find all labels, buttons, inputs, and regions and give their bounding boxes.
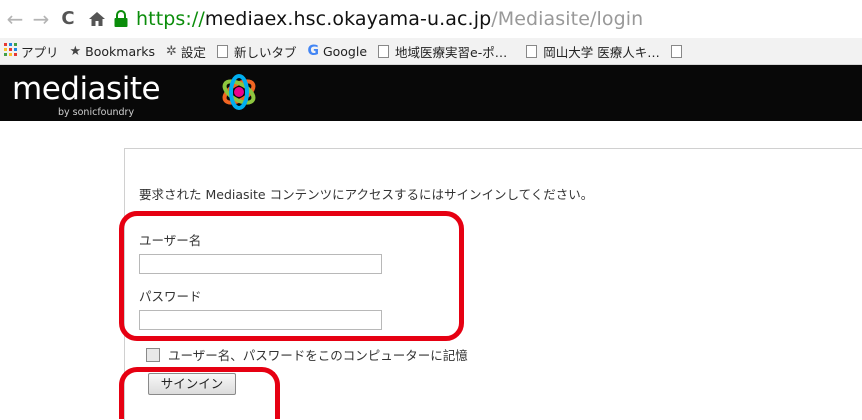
url-text: https://mediaex.hsc.okayama-u.ac.jp/Medi… xyxy=(136,8,643,30)
bookmark-label: アプリ xyxy=(21,44,59,60)
bookmark-google[interactable]: G Google xyxy=(307,44,367,59)
bookmark-label: Bookmarks xyxy=(85,43,156,59)
signin-notice: 要求された Mediasite コンテンツにアクセスするにはサインインしてくださ… xyxy=(139,187,594,202)
bookmark-new-tab[interactable]: 新しいタブ xyxy=(216,42,297,61)
home-icon[interactable] xyxy=(86,6,108,32)
page-icon xyxy=(216,44,228,58)
page-icon xyxy=(378,44,390,58)
bookmark-label: 地域医療実習e-ポ… xyxy=(395,44,508,60)
page-icon xyxy=(670,44,682,58)
bookmark-label: 岡山大学 医療人キ… xyxy=(543,44,660,60)
apps-grid-icon xyxy=(4,43,17,59)
bookmark-settings[interactable]: ✲ 設定 xyxy=(166,42,206,61)
remember-checkbox[interactable] xyxy=(146,347,160,362)
reload-icon[interactable]: C xyxy=(57,6,79,32)
star-icon: ★ xyxy=(69,43,82,59)
remember-label: ユーザー名、パスワードをこのコンピューターに記憶 xyxy=(168,348,468,363)
forward-arrow-icon[interactable]: → xyxy=(30,6,52,32)
mediasite-logo-subtitle: by sonicfoundry xyxy=(58,107,135,118)
bookmark-label: Google xyxy=(322,43,368,59)
mediasite-logo-icon xyxy=(217,70,261,118)
lock-icon xyxy=(112,9,130,29)
url-field[interactable]: https://mediaex.hsc.okayama-u.ac.jp/Medi… xyxy=(112,4,862,34)
page-icon xyxy=(526,44,538,58)
credentials-highlight xyxy=(119,211,464,341)
gear-icon: ✲ xyxy=(166,43,177,59)
bookmark-okayama-univ[interactable]: 岡山大学 医療人キ… xyxy=(526,42,660,61)
bookmarks-bar: アプリ ★ Bookmarks ✲ 設定 新しいタブ G Google 地域医療… xyxy=(0,38,862,65)
bookmark-label: 新しいタブ xyxy=(233,44,297,60)
bookmark-label: 設定 xyxy=(180,44,206,60)
back-arrow-icon[interactable]: ← xyxy=(4,6,26,32)
bookmark-overflow[interactable] xyxy=(670,44,688,58)
bookmark-apps[interactable]: アプリ xyxy=(4,42,59,61)
bookmark-bookmarks[interactable]: ★ Bookmarks xyxy=(70,44,156,59)
remember-row: ユーザー名、パスワードをこのコンピューターに記憶 xyxy=(146,345,468,364)
url-path: /Mediasite/login xyxy=(491,8,644,30)
bookmark-regional-medicine[interactable]: 地域医療実習e-ポ… xyxy=(378,42,507,61)
url-host: mediaex.hsc.okayama-u.ac.jp xyxy=(204,8,492,30)
address-bar: ← → C https://mediaex.hsc.okayama-u.ac.j… xyxy=(0,0,862,38)
url-scheme: https:// xyxy=(136,8,205,30)
mediasite-logo-text: mediasite xyxy=(12,71,161,107)
signin-highlight xyxy=(119,367,280,419)
mediasite-header: mediasite by sonicfoundry xyxy=(0,65,862,121)
google-icon: G xyxy=(307,43,319,59)
